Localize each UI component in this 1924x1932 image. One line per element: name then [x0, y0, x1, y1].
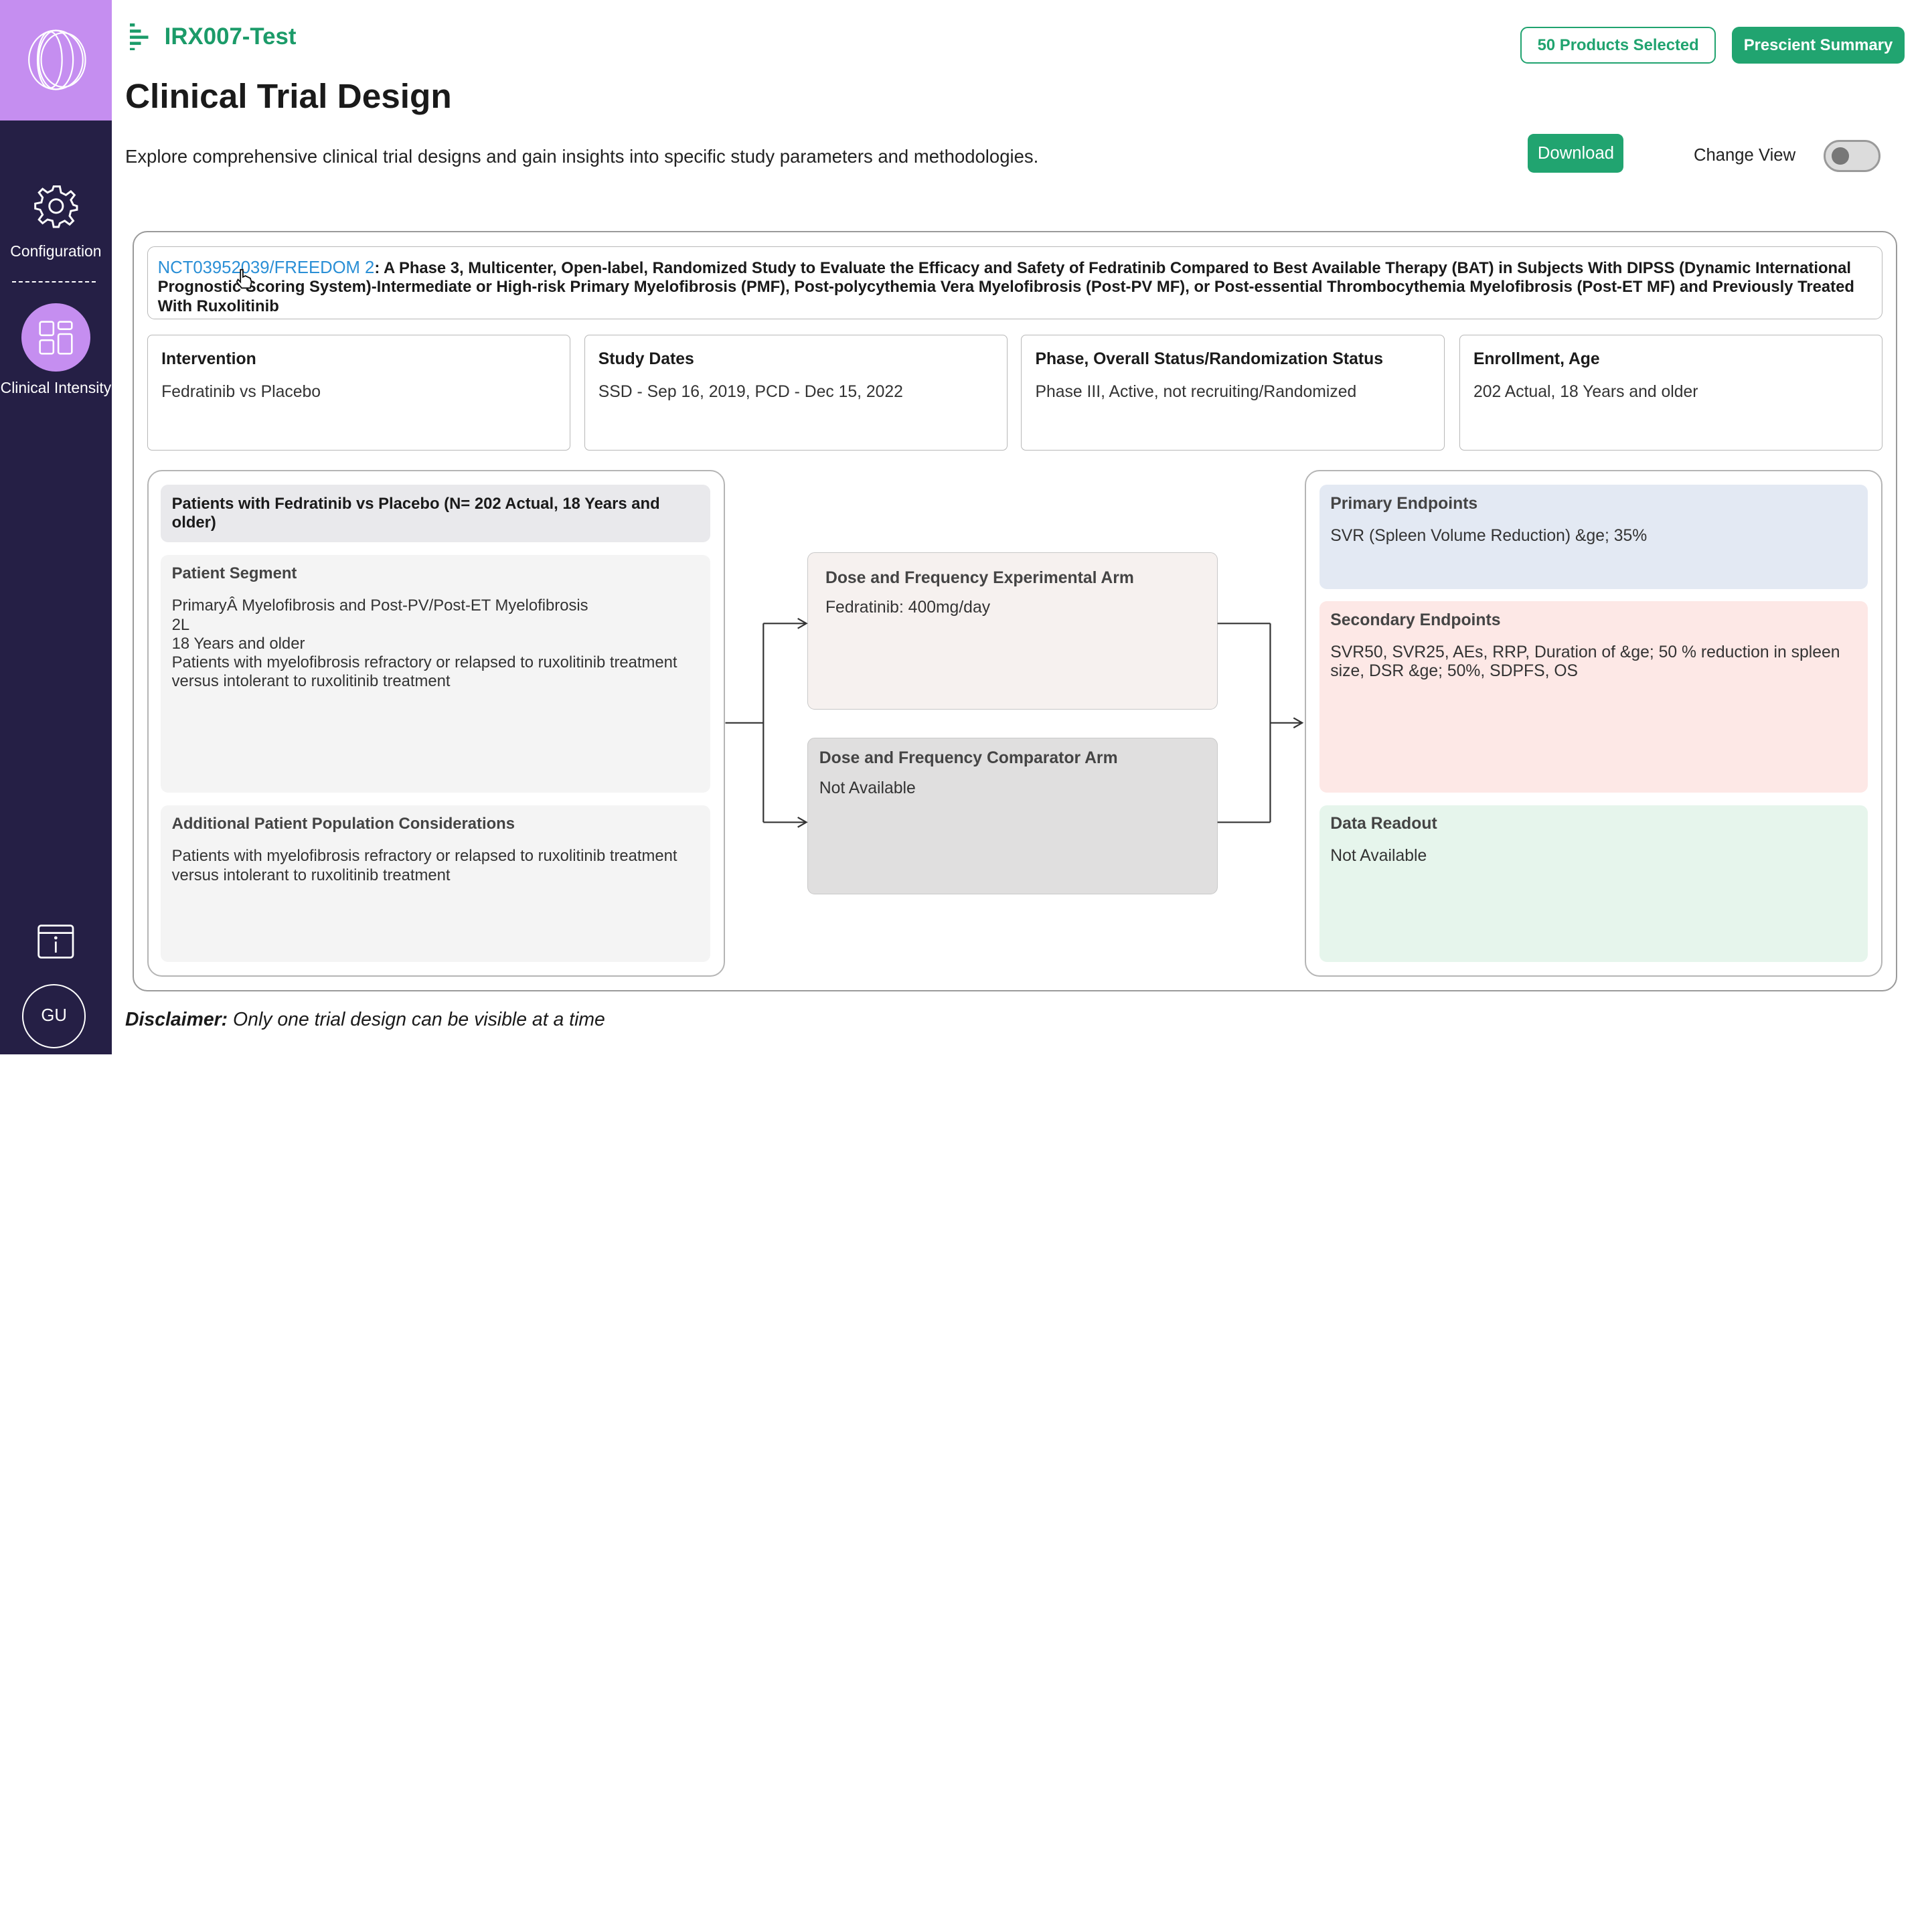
patient-segment-body: PrimaryÂ Myelofibrosis and Post-PV/Post-… [172, 596, 700, 690]
experimental-arm-heading: Dose and Frequency Experimental Arm [825, 568, 1134, 587]
disclaimer-text: Only one trial design can be visible at … [233, 1008, 605, 1030]
patients-header: Patients with Fedratinib vs Placebo (N= … [161, 485, 711, 543]
toggle-knob [1832, 147, 1850, 165]
sidebar-item-configuration[interactable]: Configuration [0, 183, 112, 260]
comparator-arm-heading: Dose and Frequency Comparator Arm [819, 749, 1118, 768]
disclaimer: Disclaimer: Only one trial design can be… [125, 1009, 605, 1031]
card-heading: Study Dates [598, 350, 694, 369]
avatar-initials: GU [41, 1006, 67, 1026]
page-title: Clinical Trial Design [125, 76, 452, 115]
trial-title-text: : A Phase 3, Multicenter, Open-label, Ra… [157, 258, 1854, 315]
project-breadcrumb[interactable]: IRX007-Test [130, 23, 297, 51]
info-icon [37, 924, 74, 959]
segment-line: 18 Years and older [171, 634, 305, 653]
comparator-arm-value: Not Available [819, 779, 916, 797]
products-selected-button[interactable]: 50 Products Selected [1520, 27, 1716, 64]
globe-logo-icon [27, 29, 86, 90]
disclaimer-label: Disclaimer: [125, 1008, 228, 1030]
app-logo[interactable] [0, 0, 112, 120]
primary-endpoints-value: SVR (Spleen Volume Reduction) &ge; 35% [1330, 526, 1648, 545]
app-root: Configuration Clinical Intensity GU IRX0… [0, 0, 1924, 1054]
avatar[interactable]: GU [21, 984, 86, 1048]
secondary-endpoints-box: Secondary Endpoints SVR50, SVR25, AEs, R… [1319, 601, 1868, 793]
phase-status-card: Phase, Overall Status/Randomization Stat… [1021, 335, 1445, 451]
page-description: Explore comprehensive clinical trial des… [125, 146, 1039, 167]
card-value: Fedratinib vs Placebo [161, 382, 321, 401]
patient-segment-heading: Patient Segment [171, 564, 297, 583]
segment-line: Patients with myelofibrosis refractory o… [171, 653, 677, 690]
segment-line: PrimaryÂ Myelofibrosis and Post-PV/Post-… [171, 596, 588, 615]
patient-segment-box: Patient Segment PrimaryÂ Myelofibrosis a… [161, 554, 711, 793]
primary-endpoints-box: Primary Endpoints SVR (Spleen Volume Red… [1319, 485, 1868, 589]
data-readout-value: Not Available [1330, 847, 1427, 866]
prescient-summary-button[interactable]: Prescient Summary [1731, 27, 1905, 64]
card-value: SSD - Sep 16, 2019, PCD - Dec 15, 2022 [598, 382, 903, 401]
intervention-card: Intervention Fedratinib vs Placebo [147, 335, 571, 451]
project-name: IRX007-Test [164, 23, 297, 50]
secondary-endpoints-heading: Secondary Endpoints [1330, 611, 1501, 629]
trial-id-link[interactable]: NCT03952039/FREEDOM 2 [158, 258, 375, 277]
info-button[interactable] [0, 923, 112, 965]
segment-line: 2L [171, 615, 190, 634]
sidebar-item-label: Clinical Intensity [0, 379, 112, 397]
primary-endpoints-heading: Primary Endpoints [1330, 494, 1478, 513]
experimental-arm-value: Fedratinib: 400mg/day [825, 598, 991, 617]
card-value: Phase III, Active, not recruiting/Random… [1035, 382, 1357, 401]
experimental-arm-box: Dose and Frequency Experimental Arm Fedr… [807, 552, 1218, 710]
hand-pointer-icon [236, 269, 252, 289]
enrollment-age-card: Enrollment, Age 202 Actual, 18 Years and… [1459, 335, 1883, 451]
data-readout-heading: Data Readout [1330, 815, 1437, 833]
study-dates-card: Study Dates SSD - Sep 16, 2019, PCD - De… [584, 335, 1008, 451]
change-view-label: Change View [1693, 146, 1796, 165]
dashboard-icon [39, 321, 73, 355]
card-value: 202 Actual, 18 Years and older [1473, 382, 1698, 401]
secondary-endpoints-value: SVR50, SVR25, AEs, RRP, Duration of &ge;… [1330, 643, 1840, 681]
trial-title: NCT03952039/FREEDOM 2: A Phase 3, Multic… [147, 246, 1883, 319]
gear-icon [33, 185, 78, 228]
additional-considerations-box: Additional Patient Population Considerat… [161, 805, 711, 963]
card-heading: Phase, Overall Status/Randomization Stat… [1035, 350, 1384, 369]
comparator-arm-box: Dose and Frequency Comparator Arm Not Av… [807, 737, 1218, 895]
change-view-toggle[interactable] [1824, 139, 1880, 172]
sidebar-divider [12, 280, 96, 283]
sidebar-item-clinical-intensity[interactable]: Clinical Intensity [0, 303, 112, 398]
additional-considerations-heading: Additional Patient Population Considerat… [171, 815, 515, 833]
download-button[interactable]: Download [1528, 133, 1624, 173]
sidebar-item-label: Configuration [10, 242, 102, 260]
additional-considerations-body: Patients with myelofibrosis refractory o… [171, 847, 677, 884]
sidebar: Configuration Clinical Intensity GU [0, 0, 112, 1054]
card-heading: Intervention [161, 350, 256, 369]
clinical-intensity-badge [21, 303, 90, 372]
data-readout-box: Data Readout Not Available [1319, 805, 1868, 963]
list-bars-icon [130, 23, 149, 51]
card-heading: Enrollment, Age [1473, 350, 1600, 369]
